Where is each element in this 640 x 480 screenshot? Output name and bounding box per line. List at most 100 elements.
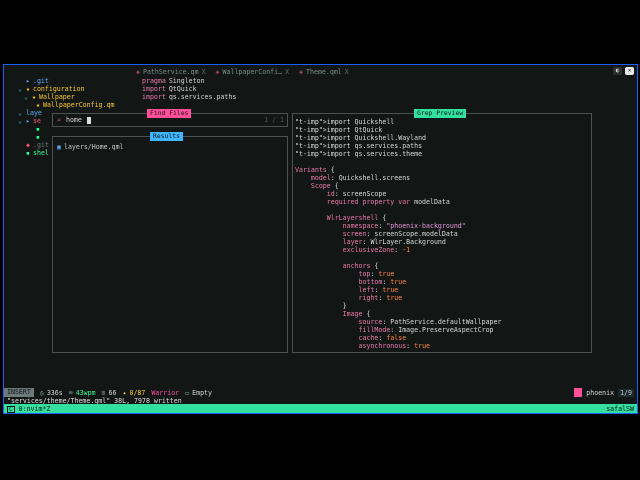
preview-line: "t-imp">import Quickshell.Wayland bbox=[295, 134, 427, 142]
preview-line: Variants { bbox=[295, 166, 335, 174]
preview-line: } bbox=[295, 302, 347, 310]
terminal-window: ◐ ✕ ◈ PathService.qm X ◈ WallpaperConfi… X ◈… bbox=[3, 64, 638, 414]
result-label: layers/Home.qml bbox=[63, 143, 124, 151]
fold-icon: ⌄ bbox=[18, 109, 22, 117]
empty-stat: ▭ Empty bbox=[185, 389, 212, 397]
preview-line: layer: WlrLayer.Background bbox=[342, 238, 446, 246]
preview-line: "t-imp">import Quickshell bbox=[295, 118, 395, 126]
results-title: Results bbox=[150, 132, 183, 141]
preview-line: anchors { bbox=[342, 262, 379, 270]
result-item[interactable]: ▣ layers/Home.qml bbox=[57, 143, 124, 151]
folder-icon: ▸ bbox=[26, 117, 30, 125]
tab-close[interactable]: X bbox=[202, 68, 206, 76]
tmux-window[interactable]: 0:nvim*Z bbox=[19, 405, 51, 413]
rank-label: Warrior bbox=[151, 388, 180, 397]
preview-line: "t-imp">import QtQuick bbox=[295, 126, 383, 134]
window-controls: ◐ ✕ bbox=[613, 67, 634, 75]
stat-value: Empty bbox=[192, 388, 212, 397]
tree-item[interactable]: ⌄ ★ configuration bbox=[18, 85, 138, 93]
match-count: 1 / 1 bbox=[264, 116, 284, 124]
preview-line: fillMode: Image.PreserveAspectCrop bbox=[358, 326, 494, 334]
tree-item-label: WallpaperConfig.qm bbox=[42, 101, 115, 109]
tab-close[interactable]: X bbox=[345, 68, 349, 76]
preview-line: id: screenScope bbox=[326, 190, 387, 198]
text-cursor bbox=[86, 116, 91, 124]
preview-line: cache: false bbox=[358, 334, 407, 342]
git-icon: ◆ bbox=[26, 141, 30, 149]
search-input[interactable]: home bbox=[66, 116, 82, 124]
find-files-title: Find Files bbox=[147, 109, 192, 118]
find-files-prompt: Find Files ⌕ home 1 / 1 bbox=[52, 109, 288, 127]
preview-code: "t-imp">import Quickshell "t-imp">import … bbox=[295, 118, 501, 350]
stat-value: 43wpm bbox=[75, 388, 96, 397]
preview-line: Scope { bbox=[310, 182, 339, 190]
tree-item-label: shel bbox=[32, 149, 49, 157]
editor-buffer[interactable]: pragma Singleton import QtQuick import qs.s… bbox=[142, 77, 236, 101]
preview-line: screen: screenScope.modelData bbox=[342, 230, 458, 238]
preview-line: right: true bbox=[358, 294, 403, 302]
preview-line: bottom: true bbox=[358, 278, 407, 286]
search-row[interactable]: ⌕ home bbox=[57, 116, 91, 124]
file-icon: ◈ bbox=[299, 68, 304, 76]
close-icon[interactable]: ✕ bbox=[625, 67, 634, 75]
tab-label: PathService.qm bbox=[142, 68, 199, 76]
fold-icon: ⌄ bbox=[24, 93, 28, 101]
tree-item-label: laye bbox=[26, 109, 42, 117]
keyword: import bbox=[142, 85, 166, 93]
tab-wallpaperconfig[interactable]: ◈ WallpaperConfi… X bbox=[214, 68, 292, 76]
cursor-position: 1/9 bbox=[618, 388, 634, 397]
session-color-block bbox=[574, 388, 583, 397]
tab-close[interactable]: X bbox=[285, 68, 289, 76]
tmux-host: safalSW bbox=[606, 405, 634, 413]
preview-line: WlrLayershell { bbox=[326, 214, 387, 222]
code-line: import QtQuick bbox=[142, 85, 236, 93]
preview-line: namespace: "phoenix-background" bbox=[342, 222, 466, 230]
tree-item[interactable]: ▸ .git bbox=[18, 77, 138, 85]
tree-item-label: se bbox=[32, 117, 41, 125]
flame-icon: ✦ bbox=[122, 388, 127, 397]
tree-item-label: .git bbox=[32, 77, 49, 85]
tab-label: WallpaperConfi… bbox=[222, 68, 283, 76]
tree-item-label: Wallpaper bbox=[38, 93, 75, 101]
preview-line bbox=[295, 206, 501, 214]
tab-theme[interactable]: ◈ Theme.qml X bbox=[297, 68, 351, 76]
file-icon: ▪ bbox=[26, 149, 30, 157]
file-icon: ▪ bbox=[36, 133, 40, 141]
preview-line: model: Quickshell.screens bbox=[310, 174, 411, 182]
star-icon: ★ bbox=[36, 101, 40, 109]
buffer-tabs: ◈ PathService.qm X ◈ WallpaperConfi… X ◈ Them… bbox=[134, 68, 351, 76]
star-icon: ★ bbox=[26, 85, 30, 93]
preview-line: "t-imp">import qs.services.paths bbox=[295, 142, 423, 150]
preview-line: exclusiveZone: -1 bbox=[342, 246, 411, 254]
search-icon: ⌕ bbox=[57, 116, 61, 124]
file-icon: ▪ bbox=[36, 125, 40, 133]
tree-item-label: configuration bbox=[32, 85, 85, 93]
keyword: pragma bbox=[142, 77, 166, 85]
grep-preview-title: Grep Preview bbox=[414, 109, 467, 118]
wpm-stat: ⌨ 43wpm bbox=[69, 389, 96, 397]
lines-stat: ≡ 66 bbox=[102, 389, 117, 397]
grep-preview-panel: Grep Preview "t-imp">import Quickshell "t… bbox=[292, 109, 592, 353]
lines-icon: ≡ bbox=[101, 388, 106, 397]
fold-icon: ⌄ bbox=[18, 117, 22, 125]
file-icon: ◈ bbox=[136, 68, 140, 76]
preview-line: Image { bbox=[342, 310, 371, 318]
time-stat: ◷ 336s bbox=[40, 389, 63, 397]
stat-value: 336s bbox=[46, 388, 63, 397]
status-line: INSERT ◷ 336s ⌨ 43wpm ≡ 66 ✦ 0/87 Warrior ▭ E… bbox=[4, 388, 637, 397]
file-icon: ◈ bbox=[215, 68, 220, 76]
preview-line: asynchronous: true bbox=[358, 342, 431, 350]
tree-item[interactable]: ★ WallpaperConfig.qm bbox=[18, 101, 138, 109]
code-text: Singleton bbox=[168, 77, 205, 85]
tab-pathservice[interactable]: ◈ PathService.qm X bbox=[134, 68, 208, 76]
file-icon: ▣ bbox=[57, 143, 61, 151]
session-name: phoenix bbox=[586, 388, 615, 397]
session-indicator: phoenix 1/9 bbox=[574, 388, 634, 397]
fold-icon: ⌄ bbox=[18, 85, 22, 93]
tree-item[interactable]: ⌄ ★ Wallpaper bbox=[18, 93, 138, 101]
preview-line: source: PathService.defaultWallpaper bbox=[358, 318, 502, 326]
code-text: QtQuick bbox=[168, 85, 197, 93]
toggle-icon[interactable]: ◐ bbox=[613, 67, 622, 75]
tab-label: Theme.qml bbox=[306, 68, 342, 76]
clock-icon: ◷ bbox=[39, 388, 44, 397]
